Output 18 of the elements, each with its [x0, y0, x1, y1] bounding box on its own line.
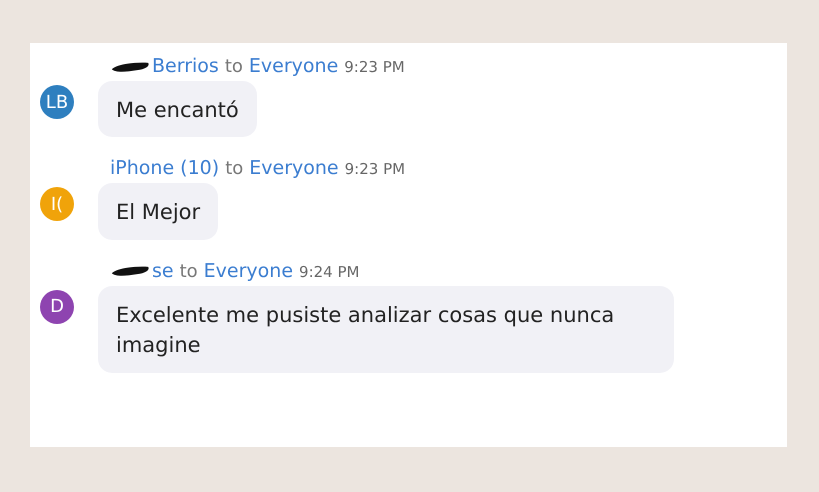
recipient-name: Everyone: [204, 260, 294, 282]
to-label: to: [224, 56, 243, 77]
recipient-name: Everyone: [249, 157, 339, 180]
to-label: to: [225, 158, 244, 180]
avatar: D: [40, 290, 74, 324]
sender-name: iPhone (10): [110, 157, 220, 180]
message-bubble: El Mejor: [98, 183, 218, 240]
avatar: I(: [40, 187, 74, 222]
message-time: 9:24 PM: [299, 262, 360, 281]
message-bubble: Excelente me pusiste analizar cosas que nunca imagine: [98, 286, 674, 373]
recipient-name: Everyone: [248, 55, 338, 77]
message-time: 9:23 PM: [344, 58, 405, 76]
to-label: to: [180, 260, 198, 282]
avatar: LB: [40, 85, 74, 119]
sender-name: Berrios: [152, 55, 219, 77]
message-time: 9:23 PM: [344, 160, 406, 178]
message-bubble: Me encantó: [98, 81, 257, 138]
sender-name: se: [152, 260, 174, 282]
